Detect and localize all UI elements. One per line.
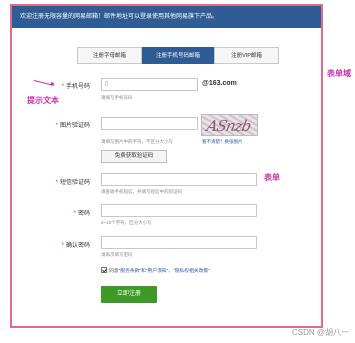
sms-code-hint: 请查收手机短信，并填写短信中的验证码 (101, 189, 182, 194)
confirm-password-label-text: 确认密码 (65, 243, 90, 249)
register-submit-button[interactable]: 立即注册 (101, 286, 157, 303)
sms-code-label-text: 短信验证码 (59, 180, 90, 186)
welcome-banner: 欢迎注册无限容量的网易邮箱！邮件地址可以登录使用其他网易旗下产品。 (12, 6, 321, 28)
captcha-image[interactable]: ASnzb (201, 114, 258, 136)
tab-letter-mailbox[interactable]: 注册字母邮箱 (77, 47, 142, 64)
mail-domain-suffix: @163.com (202, 80, 237, 87)
captcha-hint: 请填写图片中的字符，不区分大小写 (101, 139, 173, 144)
privacy-policy-link[interactable]: “隐私权相关政策” (173, 269, 210, 274)
required-mark: * (55, 123, 58, 129)
password-label-text: 密码 (77, 211, 90, 217)
annotation-hint-text: 提示文本 (27, 96, 59, 105)
refresh-captcha-link[interactable]: 看不清楚？换张图片 (202, 139, 243, 145)
phone-hint: 请填写手机号码 (101, 95, 133, 100)
terms-link[interactable]: “服务条款” (119, 269, 141, 274)
tab-vip-mailbox[interactable]: 注册VIP邮箱 (214, 47, 279, 64)
captcha-label-text: 图片验证码 (59, 123, 90, 129)
phone-input-cursor: ▯ (105, 81, 109, 87)
confirm-password-hint: 请再次填写密码 (101, 252, 133, 257)
agreement-checkbox[interactable] (101, 267, 107, 273)
tab-phone-mailbox[interactable]: 注册手机号码邮箱 (142, 47, 214, 64)
phone-input[interactable]: ▯ (101, 78, 198, 91)
required-mark: * (73, 211, 76, 217)
required-mark: * (61, 84, 64, 90)
user-notice-link[interactable]: “用户须知” (146, 269, 168, 274)
password-hint: 6~16个字符，区分大小写 (101, 220, 152, 225)
register-type-tabs: 注册字母邮箱 注册手机号码邮箱 注册VIP邮箱 (77, 47, 279, 64)
captcha-label: * 图片验证码 (30, 120, 90, 129)
required-mark: * (55, 180, 58, 186)
sms-code-input[interactable] (101, 173, 257, 186)
captcha-input[interactable] (101, 117, 198, 130)
required-mark: * (61, 243, 64, 249)
annotation-form: 表单 (264, 173, 280, 182)
get-sms-code-button[interactable]: 免费获取验证码 (101, 150, 167, 163)
annotation-form-domain: 表单域 (327, 69, 351, 78)
password-label: * 密码 (30, 208, 90, 217)
csdn-watermark: CSDN @胡八一 (291, 328, 349, 337)
agreement-prefix: 同意 (109, 269, 119, 274)
sms-code-label: * 短信验证码 (30, 177, 90, 186)
confirm-password-input[interactable] (101, 236, 257, 249)
password-input[interactable] (101, 204, 257, 217)
phone-label-text: 手机号码 (65, 84, 90, 90)
form-domain-frame: 欢迎注册无限容量的网易邮箱！邮件地址可以登录使用其他网易旗下产品。 注册字母邮箱… (10, 4, 323, 328)
agreement-line: 同意“服务条款”和“用户须知”、“隐私权相关政策” (101, 267, 210, 274)
captcha-image-text: ASnzb (205, 117, 253, 135)
confirm-password-label: * 确认密码 (30, 240, 90, 249)
